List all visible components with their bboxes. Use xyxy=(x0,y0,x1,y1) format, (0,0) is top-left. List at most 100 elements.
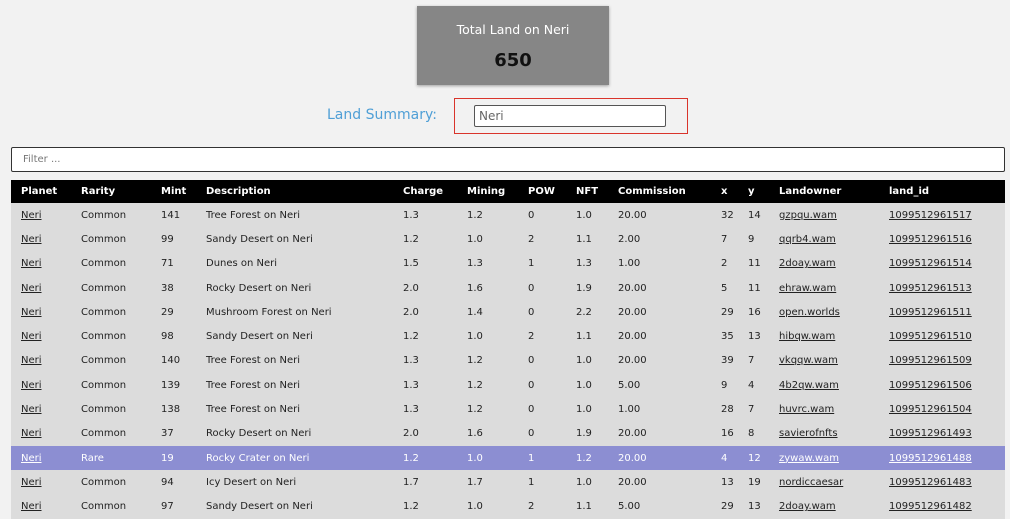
column-header-charge[interactable]: Charge xyxy=(393,180,457,203)
cell-planet: Neri xyxy=(11,203,71,228)
table-row: Neri Common 29 Mushroom Forest on Neri 2.0 1.… xyxy=(11,300,1005,325)
land-id-link[interactable]: 1099512961506 xyxy=(889,380,972,391)
cell-rarity: Common xyxy=(71,494,151,519)
planet-link[interactable]: Neri xyxy=(21,283,42,294)
column-header-x[interactable]: x xyxy=(711,180,738,203)
planet-link[interactable]: Neri xyxy=(21,307,42,318)
cell-y: 13 xyxy=(738,494,769,519)
cell-pow: 0 xyxy=(518,300,566,325)
landowner-link[interactable]: open.worlds xyxy=(779,307,840,318)
land-id-link[interactable]: 1099512961482 xyxy=(889,501,972,512)
landowner-link[interactable]: 2doay.wam xyxy=(779,258,836,269)
landowner-link[interactable]: gzpqu.wam xyxy=(779,210,837,221)
landowner-link[interactable]: ehraw.wam xyxy=(779,283,836,294)
cell-landowner: vkqqw.wam xyxy=(769,348,879,374)
cell-commission: 20.00 xyxy=(608,324,711,349)
cell-x: 16 xyxy=(711,421,738,446)
cell-landowner: qqrb4.wam xyxy=(769,227,879,252)
land-id-link[interactable]: 1099512961488 xyxy=(889,453,972,464)
cell-description: Rocky Desert on Neri xyxy=(196,421,393,446)
column-header-mint[interactable]: Mint xyxy=(151,180,196,203)
planet-link[interactable]: Neri xyxy=(21,428,42,439)
table-header-row: Planet Rarity Mint Description Charge Mining P… xyxy=(11,180,1005,203)
land-id-link[interactable]: 1099512961504 xyxy=(889,404,972,415)
cell-mining: 1.0 xyxy=(457,227,518,252)
cell-x: 39 xyxy=(711,348,738,374)
land-id-link[interactable]: 1099512961516 xyxy=(889,234,972,245)
land-summary-input[interactable] xyxy=(474,105,666,127)
cell-mining: 1.6 xyxy=(457,421,518,446)
land-id-link[interactable]: 1099512961513 xyxy=(889,283,972,294)
column-header-y[interactable]: y xyxy=(738,180,769,203)
cell-mining: 1.2 xyxy=(457,203,518,228)
planet-link[interactable]: Neri xyxy=(21,380,42,391)
planet-link[interactable]: Neri xyxy=(21,404,42,415)
landowner-link[interactable]: zywaw.wam xyxy=(779,453,839,464)
planet-link[interactable]: Neri xyxy=(21,477,42,488)
cell-mint: 97 xyxy=(151,494,196,519)
planet-link[interactable]: Neri xyxy=(21,210,42,221)
column-header-rarity[interactable]: Rarity xyxy=(71,180,151,203)
cell-rarity: Rare xyxy=(71,445,151,471)
land-id-link[interactable]: 1099512961493 xyxy=(889,428,972,439)
planet-link[interactable]: Neri xyxy=(21,331,42,342)
cell-description: Tree Forest on Neri xyxy=(196,203,393,228)
landowner-link[interactable]: hibqw.wam xyxy=(779,331,835,342)
column-header-land-id[interactable]: land_id xyxy=(879,180,1005,203)
cell-land-id: 1099512961506 xyxy=(879,373,1005,398)
cell-y: 19 xyxy=(738,470,769,495)
cell-land-id: 1099512961511 xyxy=(879,300,1005,325)
table-row: Neri Common 99 Sandy Desert on Neri 1.2 1.0 2 1… xyxy=(11,227,1005,252)
land-id-link[interactable]: 1099512961483 xyxy=(889,477,972,488)
land-id-link[interactable]: 1099512961517 xyxy=(889,210,972,221)
planet-link[interactable]: Neri xyxy=(21,501,42,512)
cell-rarity: Common xyxy=(71,373,151,398)
cell-mint: 141 xyxy=(151,203,196,228)
cell-charge: 1.7 xyxy=(393,470,457,495)
total-land-card: Total Land on Neri 650 xyxy=(417,6,609,85)
land-id-link[interactable]: 1099512961509 xyxy=(889,355,972,366)
landowner-link[interactable]: 2doay.wam xyxy=(779,501,836,512)
column-header-commission[interactable]: Commission xyxy=(608,180,711,203)
cell-pow: 2 xyxy=(518,227,566,252)
column-header-landowner[interactable]: Landowner xyxy=(769,180,879,203)
cell-landowner: ehraw.wam xyxy=(769,275,879,301)
cell-charge: 1.2 xyxy=(393,494,457,519)
cell-pow: 0 xyxy=(518,203,566,228)
cell-pow: 1 xyxy=(518,251,566,276)
cell-charge: 1.2 xyxy=(393,227,457,252)
cell-landowner: 2doay.wam xyxy=(769,494,879,519)
planet-link[interactable]: Neri xyxy=(21,258,42,269)
cell-rarity: Common xyxy=(71,421,151,446)
filter-input[interactable] xyxy=(11,147,1005,172)
landowner-link[interactable]: qqrb4.wam xyxy=(779,234,836,245)
land-id-link[interactable]: 1099512961514 xyxy=(889,258,972,269)
landowner-link[interactable]: vkqqw.wam xyxy=(779,355,838,366)
cell-planet: Neri xyxy=(11,227,71,252)
column-header-planet[interactable]: Planet xyxy=(11,180,71,203)
planet-link[interactable]: Neri xyxy=(21,453,42,464)
land-id-link[interactable]: 1099512961511 xyxy=(889,307,972,318)
cell-pow: 0 xyxy=(518,373,566,398)
cell-rarity: Common xyxy=(71,300,151,325)
planet-link[interactable]: Neri xyxy=(21,234,42,245)
cell-land-id: 1099512961517 xyxy=(879,203,1005,228)
landowner-link[interactable]: 4b2qw.wam xyxy=(779,380,839,391)
column-header-description[interactable]: Description xyxy=(196,180,393,203)
cell-pow: 0 xyxy=(518,275,566,301)
cell-charge: 1.3 xyxy=(393,373,457,398)
landowner-link[interactable]: huvrc.wam xyxy=(779,404,834,415)
column-header-pow[interactable]: POW xyxy=(518,180,566,203)
table-row: Neri Common 38 Rocky Desert on Neri 2.0 1.6 0 1… xyxy=(11,275,1005,301)
planet-link[interactable]: Neri xyxy=(21,355,42,366)
landowner-link[interactable]: savierofnfts xyxy=(779,428,838,439)
cell-y: 4 xyxy=(738,373,769,398)
cell-pow: 0 xyxy=(518,348,566,374)
column-header-nft[interactable]: NFT xyxy=(566,180,608,203)
cell-nft: 1.2 xyxy=(566,445,608,471)
column-header-mining[interactable]: Mining xyxy=(457,180,518,203)
land-id-link[interactable]: 1099512961510 xyxy=(889,331,972,342)
landowner-link[interactable]: nordiccaesar xyxy=(779,477,843,488)
cell-landowner: hibqw.wam xyxy=(769,324,879,349)
cell-planet: Neri xyxy=(11,373,71,398)
